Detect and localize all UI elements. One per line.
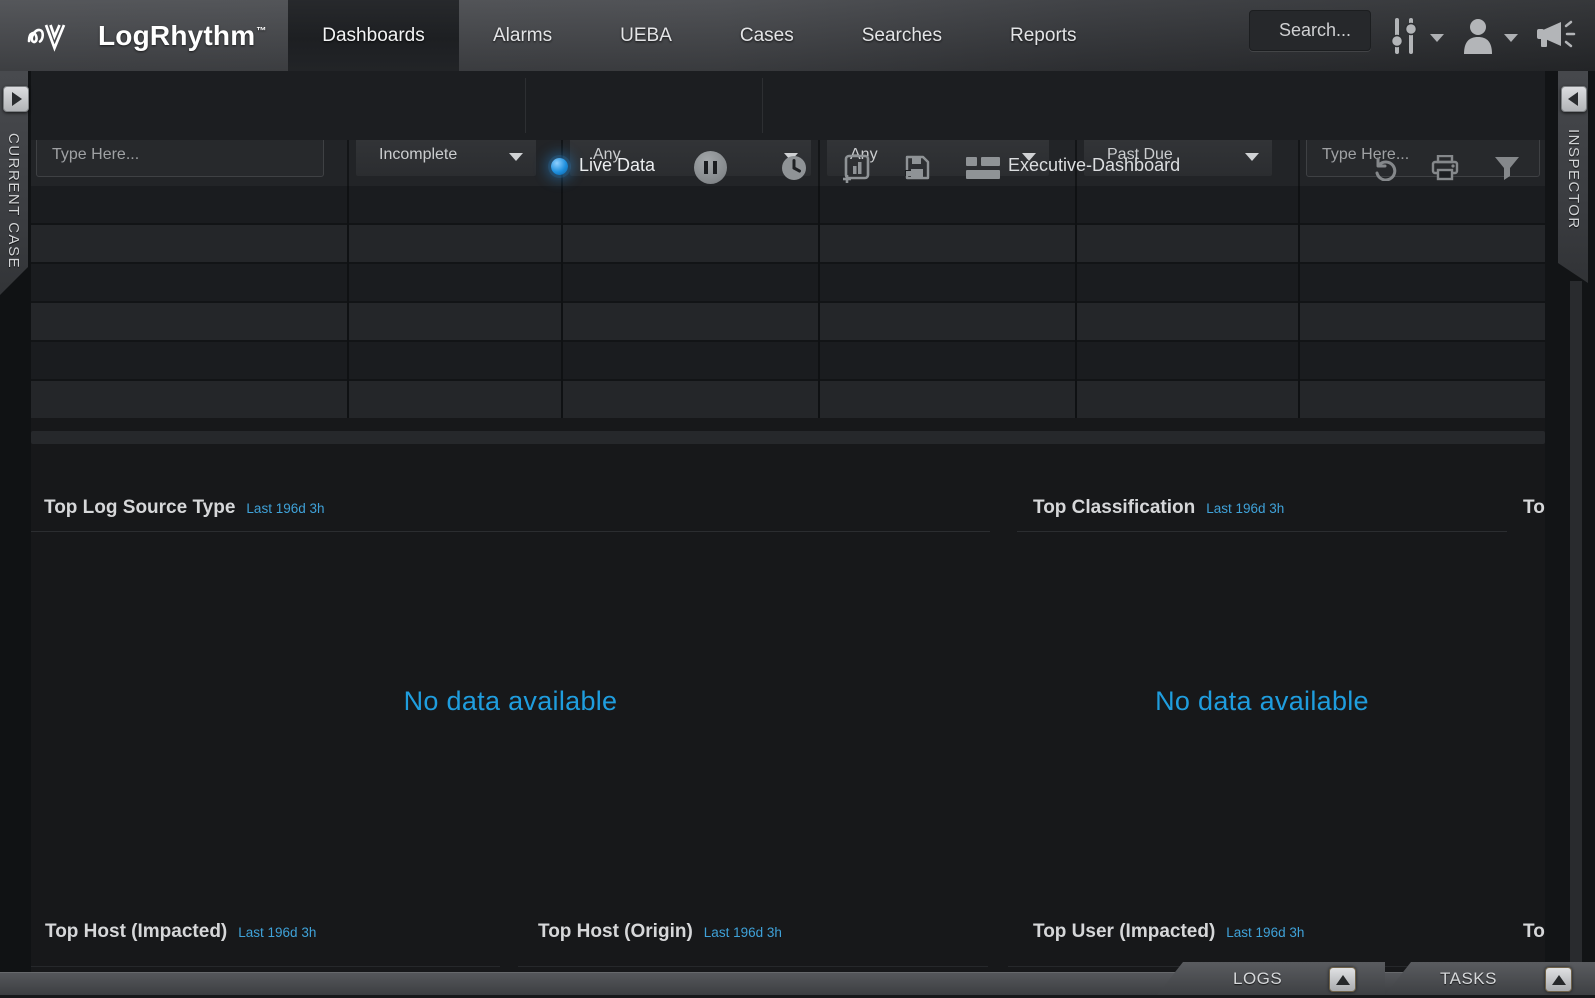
widget-timeframe[interactable]: Last 196d 3h [246, 501, 324, 516]
widget-header-top-classification: Top Classification Last 196d 3h [1033, 497, 1284, 519]
logs-tab-label: LOGS [1233, 969, 1282, 989]
expand-logs-button[interactable] [1329, 967, 1356, 992]
undo-icon[interactable] [1371, 154, 1398, 181]
tab-ueba[interactable]: UEBA [586, 25, 706, 47]
table-row[interactable] [31, 381, 1545, 418]
pause-button[interactable] [694, 151, 727, 184]
widget-header-top-user-impacted: Top User (Impacted) Last 196d 3h [1033, 921, 1304, 943]
tab-reports[interactable]: Reports [976, 25, 1111, 47]
table-row[interactable] [31, 342, 1545, 379]
table-row[interactable] [31, 186, 1545, 223]
widget-title: Top Host (Origin) [538, 921, 693, 943]
widget-timeframe[interactable]: Last 196d 3h [1206, 501, 1284, 516]
collapse-inspector-button[interactable] [1561, 86, 1587, 112]
chevron-down-icon [1245, 153, 1259, 161]
expand-right-icon [12, 92, 22, 106]
widget-divider [31, 966, 500, 967]
table-row[interactable] [31, 225, 1545, 262]
no-data-message: No data available [1017, 686, 1507, 717]
dashboard-layout-icon[interactable] [966, 157, 1000, 179]
widget-timeframe[interactable]: Last 196d 3h [238, 925, 316, 940]
preferences-sliders-icon[interactable] [1387, 16, 1423, 56]
collapse-left-icon [1568, 92, 1578, 106]
trademark: ™ [256, 26, 266, 37]
logrhythm-logo-icon [26, 17, 86, 55]
horizontal-scrollbar[interactable] [31, 431, 1545, 444]
widget-timeframe[interactable]: Last 196d 3h [704, 925, 782, 940]
global-search-input[interactable]: Search... [1249, 10, 1371, 51]
dashboard-content: Type Here... Incomplete Any Any Past Due… [31, 140, 1545, 995]
widget-title: Top Classification [1033, 497, 1195, 519]
column-divider [561, 186, 563, 418]
widget-timeframe[interactable]: Last 196d 3h [1226, 925, 1304, 940]
chevron-down-icon [509, 153, 523, 161]
clipped-widget-title: To [1523, 497, 1545, 519]
widget-header-top-host-origin: Top Host (Origin) Last 196d 3h [538, 921, 782, 943]
time-range-clock-icon[interactable] [780, 154, 808, 182]
column-divider [347, 186, 349, 418]
widget-header-top-log-source-type: Top Log Source Type Last 196d 3h [44, 497, 325, 519]
live-data-indicator[interactable] [551, 158, 568, 175]
clipped-widget-title: To [1523, 921, 1545, 943]
triangle-up-icon [1336, 975, 1350, 985]
widget-divider [31, 531, 990, 532]
inspector-rail-edge [1570, 281, 1582, 995]
inspector-rail: INSPECTOR [1545, 71, 1595, 995]
tab-alarms[interactable]: Alarms [459, 25, 586, 47]
column-divider [818, 140, 820, 186]
current-case-label: CURRENT CASE [5, 133, 22, 269]
top-navbar: LogRhythm™ Dashboards Alarms UEBA Cases … [0, 0, 1595, 71]
brand-name: LogRhythm™ [98, 20, 267, 52]
triangle-up-icon [1552, 975, 1566, 985]
no-data-message: No data available [31, 686, 990, 717]
column-divider [1298, 140, 1300, 186]
column-divider [1075, 186, 1077, 418]
nav-tabs: Alarms UEBA Cases Searches Reports [459, 0, 1111, 71]
widget-divider [1017, 531, 1507, 532]
print-icon[interactable] [1431, 155, 1459, 181]
dashboard-name[interactable]: Executive-Dashboard [1008, 155, 1180, 176]
widget-title: Top Log Source Type [44, 497, 235, 519]
live-data-label: Live Data [579, 155, 655, 176]
add-widget-icon[interactable] [841, 153, 871, 183]
widget-divider [518, 966, 988, 967]
toolbar-separator [525, 78, 526, 133]
expand-current-case-button[interactable] [3, 86, 29, 112]
user-icon[interactable] [1459, 16, 1497, 56]
dashboard-toolbar: Live Data Executive-Dashboard [0, 71, 1595, 140]
megaphone-icon[interactable] [1533, 16, 1577, 56]
table-row[interactable] [31, 303, 1545, 340]
expand-tasks-button[interactable] [1545, 967, 1572, 992]
widget-title: Top Host (Impacted) [45, 921, 227, 943]
tasks-drawer-tab[interactable]: TASKS [1385, 962, 1595, 995]
inspector-label: INSPECTOR [1565, 129, 1582, 230]
column-divider [818, 186, 820, 418]
preferences-caret-icon[interactable] [1430, 34, 1444, 42]
user-caret-icon[interactable] [1504, 34, 1518, 42]
status-filter-select[interactable]: Incomplete [355, 140, 537, 177]
case-name-filter-input[interactable]: Type Here... [36, 140, 324, 177]
widget-header-top-host-impacted: Top Host (Impacted) Last 196d 3h [45, 921, 316, 943]
filter-funnel-icon[interactable] [1494, 156, 1520, 181]
logrhythm-logo[interactable]: LogRhythm™ [26, 0, 267, 71]
tab-cases[interactable]: Cases [706, 25, 828, 47]
logs-drawer-tab[interactable]: LOGS [1157, 962, 1385, 995]
tab-dashboards[interactable]: Dashboards [288, 0, 459, 71]
table-row[interactable] [31, 264, 1545, 301]
tasks-tab-label: TASKS [1440, 969, 1497, 989]
widget-title: Top User (Impacted) [1033, 921, 1215, 943]
column-divider [1298, 186, 1300, 418]
pause-icon [704, 161, 717, 174]
save-icon[interactable] [903, 153, 931, 181]
toolbar-separator [762, 78, 763, 133]
navbar-icon-group [1387, 0, 1577, 71]
column-divider [347, 140, 349, 186]
current-case-rail: CURRENT CASE [0, 71, 31, 995]
tab-searches[interactable]: Searches [828, 25, 976, 47]
